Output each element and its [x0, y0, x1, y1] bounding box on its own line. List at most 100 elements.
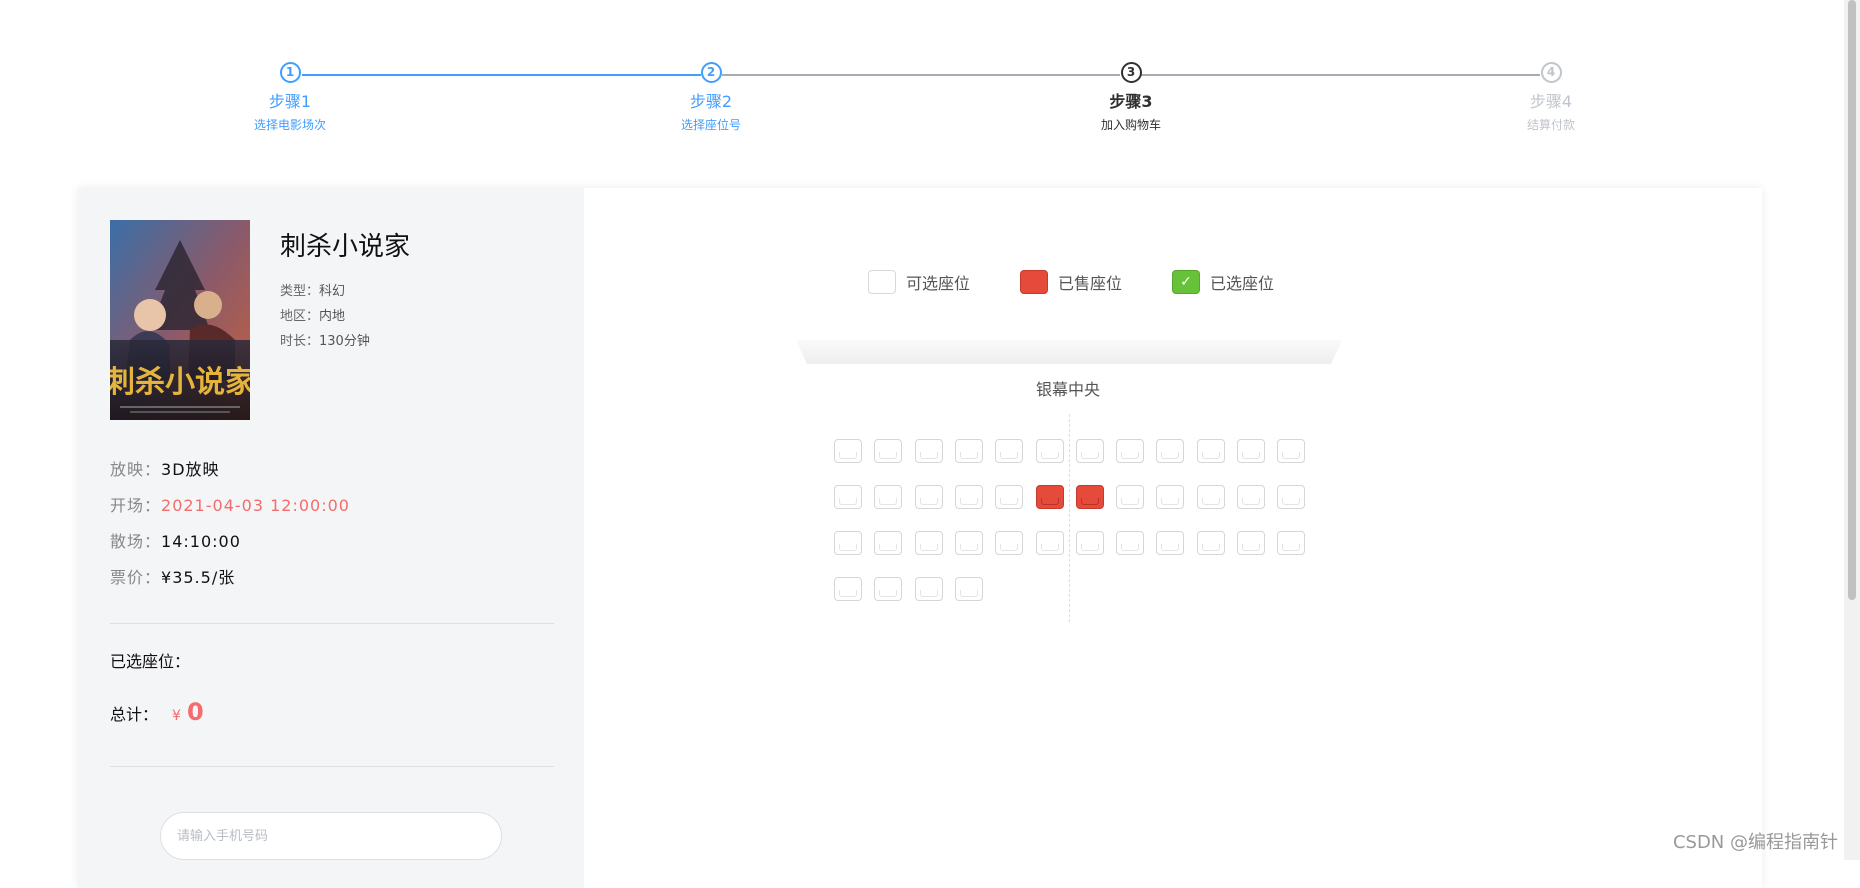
seat-r1-c8[interactable]: [1116, 439, 1144, 463]
seat-r3-c4[interactable]: [955, 531, 983, 555]
region-label: 地区：: [280, 309, 320, 324]
seat-r2-c1[interactable]: [834, 485, 862, 509]
page-scrollbar[interactable]: [1844, 0, 1860, 860]
step-1-desc: 选择电影场次: [253, 118, 326, 132]
seat-r1-c9[interactable]: [1156, 439, 1184, 463]
screen-center-label: 银幕中央: [1036, 380, 1101, 399]
cinema-screen: [796, 340, 1342, 364]
step-2-title: 步骤2: [689, 92, 733, 111]
seat-r1-c12[interactable]: [1277, 439, 1305, 463]
step-2-number: 2: [700, 62, 722, 83]
price-label: 票价：: [110, 568, 162, 587]
region-value: 内地: [319, 309, 346, 324]
total-amount: 0: [186, 698, 204, 726]
seat-r2-c6: [1036, 485, 1064, 509]
seat-r1-c3[interactable]: [915, 439, 943, 463]
seat-r3-c3[interactable]: [915, 531, 943, 555]
seat-r2-c4[interactable]: [955, 485, 983, 509]
divider-2: [110, 766, 554, 767]
total-label: 总计：: [110, 705, 159, 724]
step-3-title: 步骤3: [1109, 92, 1153, 111]
seat-r1-c11[interactable]: [1237, 439, 1265, 463]
step-4-title: 步骤4: [1529, 92, 1573, 111]
movie-poster: 刺杀小说家: [110, 220, 250, 420]
seat-r2-c11[interactable]: [1237, 485, 1265, 509]
step-4-desc: 结算付款: [1526, 118, 1575, 132]
order-total: 总计： ¥0: [110, 698, 204, 726]
seat-r3-c11[interactable]: [1237, 531, 1265, 555]
seat-r3-c10[interactable]: [1197, 531, 1225, 555]
legend-available: 可选座位: [868, 270, 970, 294]
legend-selected-label: 已选座位: [1210, 274, 1275, 293]
watermark: CSDN @编程指南针: [1672, 832, 1838, 853]
legend-selected: ✓ 已选座位: [1172, 270, 1274, 294]
legend-sold-label: 已售座位: [1058, 274, 1123, 293]
step-3[interactable]: 3 步骤3 加入购物车: [1031, 62, 1231, 132]
movie-region: 地区：内地: [280, 305, 345, 324]
scrollbar-thumb[interactable]: [1848, 0, 1856, 600]
step-1[interactable]: 1 步骤1 选择电影场次: [190, 62, 390, 132]
seat-r3-c5[interactable]: [995, 531, 1023, 555]
seat-r2-c8[interactable]: [1116, 485, 1144, 509]
seat-r1-c4[interactable]: [955, 439, 983, 463]
seat-r2-c10[interactable]: [1197, 485, 1225, 509]
step-4[interactable]: 4 步骤4 结算付款: [1451, 62, 1651, 132]
seat-r1-c5[interactable]: [995, 439, 1023, 463]
seat-r1-c1[interactable]: [834, 439, 862, 463]
step-3-desc: 加入购物车: [1100, 118, 1161, 132]
duration-value: 130分钟: [319, 334, 370, 349]
legend-sold: 已售座位: [1020, 270, 1122, 294]
sold-seat-icon: [1020, 270, 1048, 294]
seat-r2-c2[interactable]: [874, 485, 902, 509]
seat-r2-c3[interactable]: [915, 485, 943, 509]
order-summary-panel: 刺杀小说家 刺杀小说家 类型：科幻 地区：内地 时长：130分钟 放映：3D放映…: [78, 188, 584, 888]
seat-r2-c9[interactable]: [1156, 485, 1184, 509]
phone-input[interactable]: [160, 812, 502, 860]
seat-r4-c4[interactable]: [955, 577, 983, 601]
step-1-number: 1: [279, 62, 301, 83]
seat-r4-c3[interactable]: [915, 577, 943, 601]
step-3-number: 3: [1120, 62, 1142, 83]
seat-r3-c12[interactable]: [1277, 531, 1305, 555]
seat-r3-c8[interactable]: [1116, 531, 1144, 555]
seat-r4-c1[interactable]: [834, 577, 862, 601]
price-value: ¥35.5/张: [161, 568, 236, 587]
seat-r1-c2[interactable]: [874, 439, 902, 463]
seat-r2-c12[interactable]: [1277, 485, 1305, 509]
duration-label: 时长：: [280, 334, 320, 349]
movie-title: 刺杀小说家: [280, 232, 411, 262]
divider-1: [110, 623, 554, 624]
steps-bar: 1 步骤1 选择电影场次 2 步骤2 选择座位号 3 步骤3 加入购物车 4 步…: [0, 0, 1860, 160]
seat-r2-c7: [1076, 485, 1104, 509]
step-2[interactable]: 2 步骤2 选择座位号: [611, 62, 811, 132]
seat-r3-c7[interactable]: [1076, 531, 1104, 555]
seat-r3-c9[interactable]: [1156, 531, 1184, 555]
seat-r1-c10[interactable]: [1197, 439, 1225, 463]
seat-r4-c2[interactable]: [874, 577, 902, 601]
movie-genre: 类型：科幻: [280, 280, 345, 299]
show-format: 放映：3D放映: [110, 456, 220, 480]
seat-r1-c7[interactable]: [1076, 439, 1104, 463]
start-value: 2021-04-03 12:00:00: [161, 496, 350, 515]
format-label: 放映：: [110, 460, 162, 479]
selected-seats-label: 已选座位：: [110, 652, 191, 671]
available-seat-icon: [868, 270, 896, 294]
ticket-price: 票价：¥35.5/张: [110, 564, 235, 588]
svg-text:刺杀小说家: 刺杀小说家: [110, 365, 250, 400]
seat-r1-c6[interactable]: [1036, 439, 1064, 463]
genre-label: 类型：: [280, 284, 320, 299]
end-value: 14:10:00: [161, 532, 241, 551]
format-value: 3D放映: [161, 460, 220, 479]
total-currency: ¥: [172, 708, 181, 724]
step-2-desc: 选择座位号: [680, 118, 741, 132]
show-start: 开场：2021-04-03 12:00:00: [110, 492, 350, 516]
step-4-number: 4: [1540, 62, 1562, 83]
seat-r3-c2[interactable]: [874, 531, 902, 555]
seat-r3-c1[interactable]: [834, 531, 862, 555]
center-divider-line: [1069, 414, 1070, 622]
end-label: 散场：: [110, 532, 162, 551]
start-label: 开场：: [110, 496, 162, 515]
seat-r3-c6[interactable]: [1036, 531, 1064, 555]
seat-r2-c5[interactable]: [995, 485, 1023, 509]
genre-value: 科幻: [319, 284, 346, 299]
